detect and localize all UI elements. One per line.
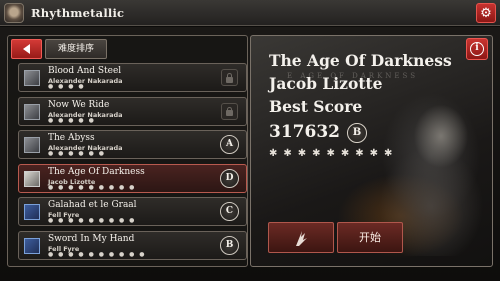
info-button[interactable]: i [466,38,488,60]
back-arrow-icon [23,44,30,54]
gear-icon: ⚙ [480,5,492,21]
difficulty-stars: ● ● ● ● ● ● ● ● ● [48,217,136,224]
song-row-now-we-ride[interactable]: Now We Ride Alexander Nakarada ● ● ● ● ● [18,96,247,126]
info-icon: i [470,42,484,56]
app-title: Rhythmetallic [31,6,125,20]
claw-slash-icon [296,230,307,246]
grade-badge: C [220,202,239,221]
song-thumbnail [24,170,40,187]
song-list: Blood And Steel Alexander Nakarada ● ● ●… [18,63,247,264]
song-name: Sword In My Hand [48,233,135,244]
detail-artist: Jacob Lizotte [269,74,383,93]
song-name: Now We Ride [48,99,110,110]
song-name: Galahad et le Graal [48,200,137,210]
claw-mode-button[interactable] [268,222,334,253]
song-thumbnail [24,204,40,220]
song-thumbnail [24,103,40,120]
song-row-the-age-of-darkness[interactable]: The Age Of Darkness Jacob Lizotte ● ● ● … [18,163,247,193]
best-score-value: 317632 [269,122,340,142]
difficulty-stars: ● ● ● ● ● ● [48,150,106,157]
top-bar: Rhythmetallic ⚙ [0,0,500,26]
song-row-galahad-et-le-graal[interactable]: Galahad et le Graal Fell Fyre ● ● ● ● ● … [18,197,247,226]
difficulty-stars: ● ● ● ● ● [48,116,96,124]
best-score-label: Best Score [269,97,363,116]
song-thumbnail [24,70,40,86]
song-name: The Age Of Darkness [48,166,145,177]
detail-song-title: The Age Of Darkness [269,51,452,70]
song-row-sword-in-my-hand[interactable]: Sword In My Hand Fell Fyre ● ● ● ● ● ● ●… [18,230,247,260]
song-row-blood-and-steel[interactable]: Blood And Steel Alexander Nakarada ● ● ●… [18,63,247,92]
sort-by-difficulty-button[interactable]: 难度排序 [45,39,107,59]
song-name: The Abyss [48,133,95,143]
settings-button[interactable]: ⚙ [476,3,496,23]
lock-icon [221,102,238,120]
difficulty-stars: ● ● ● ● ● ● ● ● ● [48,183,136,191]
grade-badge: D [220,168,239,188]
grade-badge: A [220,135,239,154]
start-button[interactable]: 开始 [337,222,403,253]
song-thumbnail [24,137,40,153]
back-button[interactable] [11,39,42,59]
avatar[interactable] [4,3,24,23]
difficulty-stars: ● ● ● ● [48,83,86,90]
grade-badge: B [220,235,239,255]
detail-difficulty-stars: ✱✱✱✱✱✱✱✱✱ [269,148,399,159]
difficulty-stars: ● ● ● ● ● ● ● ● ● ● [48,250,147,258]
best-grade-badge: B [347,123,367,143]
lock-icon [221,69,238,86]
song-row-the-abyss[interactable]: The Abyss Alexander Nakarada ● ● ● ● ● ●… [18,130,247,159]
song-name: Blood And Steel [48,66,122,76]
song-thumbnail [24,237,40,254]
song-list-panel: 难度排序 Blood And Steel Alexander Nakarada … [7,35,248,267]
